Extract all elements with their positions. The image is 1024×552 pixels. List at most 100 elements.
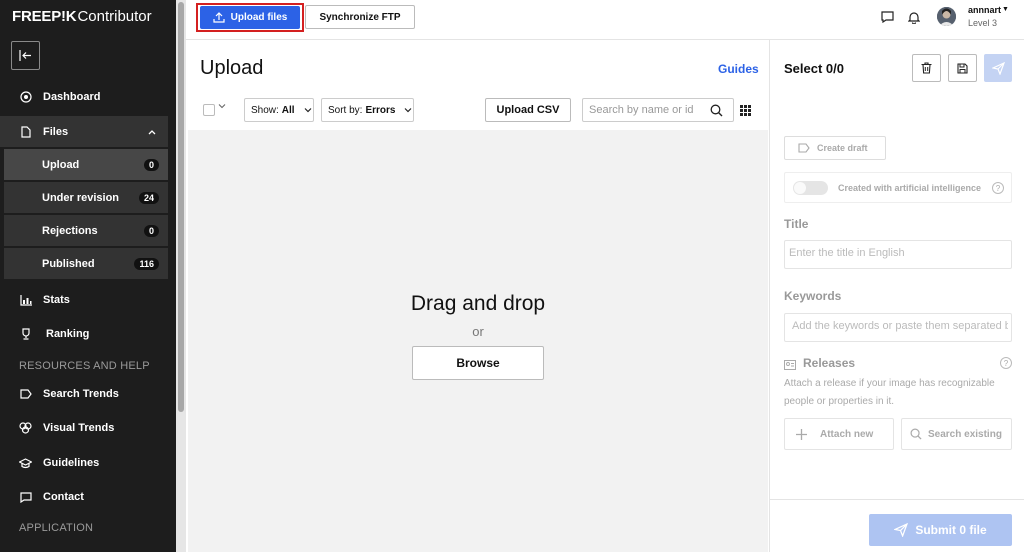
sidebar-item-label: Ranking [46, 328, 90, 340]
sidebar-item-label: Search Trends [43, 388, 119, 400]
messages-icon[interactable] [880, 10, 894, 24]
sidebar-item-guidelines[interactable]: Guidelines [0, 454, 168, 472]
chevron-up-icon [148, 126, 156, 138]
browse-button[interactable]: Browse [412, 346, 544, 380]
logo-suffix: Contributor [77, 8, 152, 25]
sidebar-item-label: Stats [43, 294, 70, 306]
trash-icon [921, 62, 932, 74]
help-icon[interactable]: ? [1000, 357, 1012, 369]
subitem-label: Rejections [42, 224, 98, 237]
select-count: Select 0/0 [784, 61, 844, 76]
ai-toggle[interactable] [793, 181, 828, 195]
save-button[interactable] [948, 54, 977, 82]
releases-label: Releases [803, 356, 856, 370]
create-draft-button[interactable]: Create draft [784, 136, 886, 160]
user-menu-caret-icon[interactable]: ▼ [1002, 6, 1009, 13]
chevron-down-icon [304, 106, 312, 115]
sidebar-item-files[interactable]: Files [0, 116, 168, 147]
ai-toggle-label: Created with artificial intelligence [838, 183, 982, 193]
count-badge: 0 [143, 158, 159, 171]
search-icon [910, 428, 922, 440]
show-filter-label: Show: [251, 104, 279, 116]
plus-icon [796, 429, 807, 440]
sidebar-item-stats[interactable]: Stats [0, 291, 168, 309]
sidebar: FREEP!K Contributor Dashboard Files Uplo… [0, 0, 176, 552]
collapse-sidebar-button[interactable] [11, 41, 40, 70]
freepik-contributor-logo[interactable]: FREEP!K Contributor [12, 8, 152, 25]
visual-trends-icon [19, 422, 32, 435]
subitem-label: Under revision [42, 191, 120, 204]
search-icon[interactable] [710, 104, 723, 120]
search-input[interactable] [589, 102, 701, 118]
search-existing-release-button[interactable]: Search existing [901, 418, 1012, 450]
sidebar-item-contact[interactable]: Contact [0, 488, 168, 506]
sidebar-subitem-upload[interactable]: Upload 0 [4, 149, 168, 180]
chevron-down-icon [404, 106, 412, 115]
trophy-icon [19, 328, 32, 341]
synchronize-ftp-button[interactable]: Synchronize FTP [305, 5, 415, 29]
logo-brand: FREEP!K [12, 8, 77, 25]
drag-and-drop-area[interactable] [188, 130, 768, 552]
upload-csv-button[interactable]: Upload CSV [485, 98, 571, 122]
panel-footer-divider [770, 499, 1024, 500]
graduation-cap-icon [19, 457, 32, 470]
tag-icon [798, 143, 810, 155]
username[interactable]: annnart [968, 5, 1001, 15]
help-icon[interactable]: ? [992, 182, 1004, 194]
drop-title: Drag and drop [410, 292, 546, 315]
keywords-input[interactable] [792, 320, 1008, 332]
sidebar-item-label: Guidelines [43, 457, 100, 469]
send-button[interactable] [984, 54, 1012, 82]
count-badge: 0 [143, 224, 159, 237]
save-icon [957, 62, 968, 74]
sidebar-item-ranking[interactable]: Ranking [0, 325, 168, 343]
upload-files-label: Upload files [230, 12, 288, 23]
notifications-bell-icon[interactable] [907, 10, 921, 24]
bar-chart-icon [19, 294, 32, 307]
sidebar-item-search-trends[interactable]: Search Trends [0, 385, 168, 403]
attach-new-release-button[interactable]: Attach new [784, 418, 894, 450]
delete-button[interactable] [912, 54, 941, 82]
submit-files-button[interactable]: Submit 0 file [869, 514, 1012, 546]
upload-icon [213, 12, 225, 23]
sidebar-item-dashboard[interactable]: Dashboard [0, 88, 168, 106]
count-badge: 24 [138, 191, 159, 204]
guides-link[interactable]: Guides [718, 62, 759, 76]
avatar[interactable] [937, 7, 956, 26]
sidebar-subitem-under-revision[interactable]: Under revision 24 [4, 182, 168, 213]
title-input[interactable] [789, 247, 1005, 259]
grid-view-icon[interactable] [740, 104, 751, 119]
panel-divider [769, 40, 770, 552]
sidebar-item-visual-trends[interactable]: Visual Trends [0, 419, 168, 437]
ai-toggle-row: Created with artificial intelligence ? [784, 172, 1012, 203]
topbar-divider [186, 39, 1024, 40]
search-existing-label: Search existing [928, 428, 1002, 440]
title-field [784, 240, 1012, 269]
submit-label: Submit 0 file [915, 523, 987, 537]
sort-by-value: Errors [365, 104, 396, 116]
sidebar-scrollbar-thumb[interactable] [178, 2, 184, 412]
page-title: Upload [200, 57, 264, 79]
dashboard-icon [19, 91, 32, 104]
sidebar-subitem-rejections[interactable]: Rejections 0 [4, 215, 168, 246]
create-draft-label: Create draft [817, 143, 868, 153]
file-icon [19, 125, 32, 138]
chat-icon [19, 491, 32, 504]
title-label: Title [784, 217, 809, 231]
sort-by-label: Sort by: [328, 104, 363, 116]
search-box [582, 98, 734, 122]
sidebar-item-label: Contact [43, 491, 84, 503]
sidebar-subitem-published[interactable]: Published 116 [4, 248, 168, 279]
section-title-resources: RESOURCES AND HELP [19, 360, 150, 372]
id-card-icon [784, 358, 796, 373]
section-title-application: APPLICATION [19, 522, 94, 534]
show-filter-dropdown[interactable]: Show: All [244, 98, 314, 122]
upload-files-button[interactable]: Upload files [200, 6, 300, 29]
paper-plane-icon [991, 61, 1005, 75]
select-all-checkbox[interactable] [203, 104, 215, 116]
sort-by-dropdown[interactable]: Sort by: Errors [321, 98, 414, 122]
count-badge: 116 [134, 257, 159, 270]
select-options-chevron-icon[interactable] [218, 103, 226, 111]
keywords-field [784, 313, 1012, 342]
keywords-label: Keywords [784, 289, 842, 303]
